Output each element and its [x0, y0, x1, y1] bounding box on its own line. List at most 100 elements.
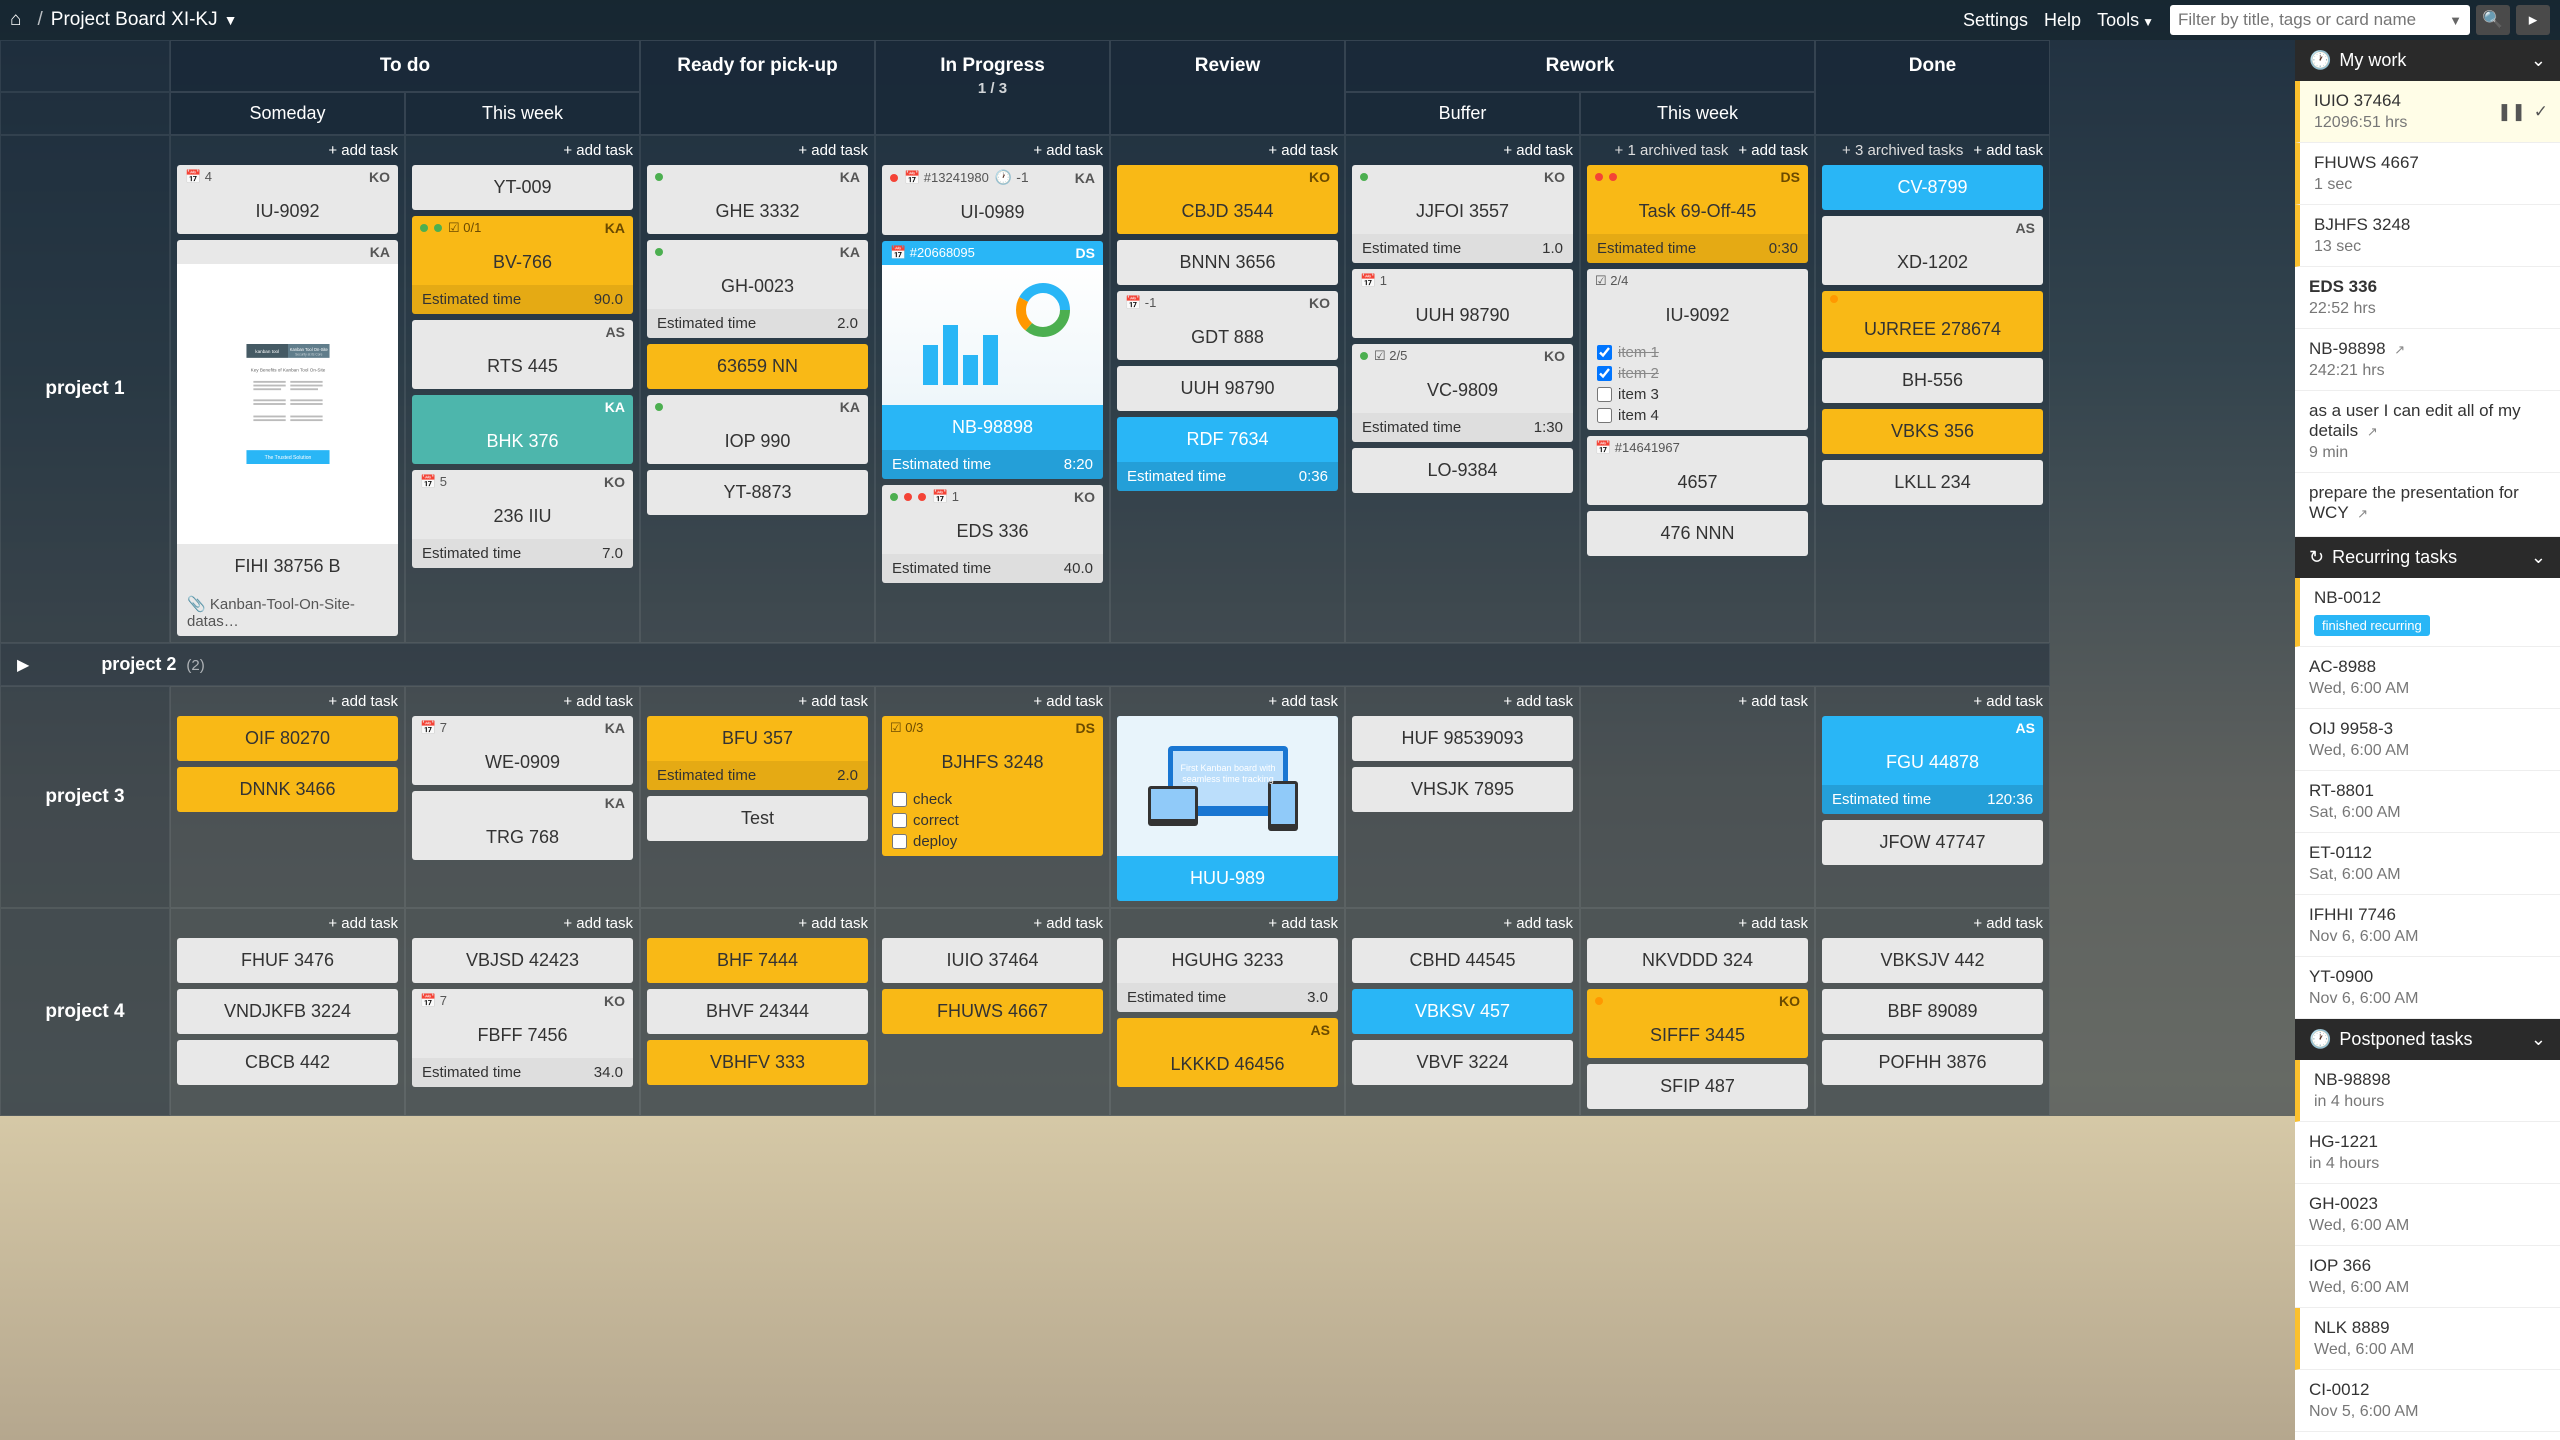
add-task[interactable]: + add task — [1503, 142, 1573, 159]
card[interactable]: KAIOP 990 — [647, 395, 868, 464]
settings-link[interactable]: Settings — [1963, 10, 2028, 31]
card[interactable]: KAGHE 3332 — [647, 165, 868, 234]
card[interactable]: 📅 4KOIU-9092 — [177, 165, 398, 234]
add-task[interactable]: + add task — [1973, 915, 2043, 932]
card[interactable]: ☑ 0/1KABV-766Estimated time90.0 — [412, 216, 633, 314]
checklist-item[interactable] — [1597, 345, 1612, 360]
panel-item[interactable]: CI-0012Nov 5, 6:00 AM — [2295, 1370, 2560, 1432]
add-task[interactable]: + add task — [1033, 915, 1103, 932]
card[interactable]: 📅 1UUH 98790 — [1352, 269, 1573, 338]
card[interactable]: VBKS 356 — [1822, 409, 2043, 454]
card[interactable]: 📅 #146419674657 — [1587, 436, 1808, 505]
panel-item[interactable]: NB-0012finished recurring — [2295, 578, 2560, 647]
card[interactable]: 📅 7KOFBFF 7456Estimated time34.0 — [412, 989, 633, 1087]
panel-item[interactable]: HG-1221in 4 hours — [2295, 1122, 2560, 1184]
card[interactable]: KAkanban toolKanban Tool On-SiteSecurity… — [177, 240, 398, 636]
card[interactable]: KOJJFOI 3557Estimated time1.0 — [1352, 165, 1573, 263]
add-task[interactable]: + add task — [798, 142, 868, 159]
panel-item[interactable]: AC-8988Wed, 6:00 AM — [2295, 647, 2560, 709]
card[interactable]: KABHK 376 — [412, 395, 633, 464]
card[interactable]: BBF 89089 — [1822, 989, 2043, 1034]
add-task[interactable]: + add task — [328, 142, 398, 159]
card-attachment[interactable]: 📎 Kanban-Tool-On-Site-datas… — [177, 589, 398, 636]
add-task[interactable]: + add task — [798, 693, 868, 710]
card[interactable]: 📅 #13241980🕐 -1KAUI-0989 — [882, 165, 1103, 235]
card[interactable]: ASLKKKD 46456 — [1117, 1018, 1338, 1087]
panel-item[interactable]: IFHHI 7746Nov 6, 6:00 AM — [2295, 895, 2560, 957]
card[interactable]: BHVF 24344 — [647, 989, 868, 1034]
search-button[interactable]: 🔍 — [2476, 5, 2510, 35]
card[interactable]: LKLL 234 — [1822, 460, 2043, 505]
panel-item[interactable]: BJHFS 324813 sec — [2295, 205, 2560, 267]
home-icon[interactable]: ⌂ — [10, 9, 21, 31]
card[interactable]: ☑ 2/5KOVC-9809Estimated time1:30 — [1352, 344, 1573, 442]
card[interactable]: CBCB 442 — [177, 1040, 398, 1085]
panel-item[interactable]: IUIO 3746412096:51 hrs❚❚✓ — [2295, 81, 2560, 143]
card[interactable]: YT-8873 — [647, 470, 868, 515]
search-caret-icon[interactable]: ▼ — [2449, 13, 2462, 28]
add-task[interactable]: + add task — [1268, 915, 1338, 932]
panel-item[interactable]: NLK 8889Wed, 6:00 AM — [2295, 1308, 2560, 1370]
add-task[interactable]: + add task — [1738, 693, 1808, 710]
archived-link[interactable]: + 1 archived task — [1615, 142, 1729, 159]
card[interactable]: VHSJK 7895 — [1352, 767, 1573, 812]
card[interactable]: 📅 7KAWE-0909 — [412, 716, 633, 785]
card[interactable]: VBJSD 42423 — [412, 938, 633, 983]
card[interactable]: UUH 98790 — [1117, 366, 1338, 411]
card[interactable]: BHF 7444 — [647, 938, 868, 983]
card[interactable]: 📅 #20668095DSNB-98898Estimated time8:20 — [882, 241, 1103, 479]
breadcrumb[interactable]: Project Board XI-KJ — [51, 9, 218, 31]
card[interactable]: VNDJKFB 3224 — [177, 989, 398, 1034]
card[interactable]: 📅 1KOEDS 336Estimated time40.0 — [882, 485, 1103, 583]
card[interactable]: JFOW 47747 — [1822, 820, 2043, 865]
panel-item[interactable]: ET-0112Sat, 6:00 AM — [2295, 833, 2560, 895]
card[interactable]: RDF 7634Estimated time0:36 — [1117, 417, 1338, 491]
card[interactable]: YT-009 — [412, 165, 633, 210]
panel-item[interactable]: EDS 33622:52 hrs — [2295, 267, 2560, 329]
card[interactable]: BNNN 3656 — [1117, 240, 1338, 285]
expand-icon[interactable]: ▶ — [17, 655, 29, 675]
add-task[interactable]: + add task — [1268, 142, 1338, 159]
card[interactable]: VBKSV 457 — [1352, 989, 1573, 1034]
card[interactable]: FHUF 3476 — [177, 938, 398, 983]
panel-item[interactable]: NB-98898in 4 hours — [2295, 1060, 2560, 1122]
card[interactable]: ASXD-1202 — [1822, 216, 2043, 285]
panel-item[interactable]: RT-8801Sat, 6:00 AM — [2295, 771, 2560, 833]
card[interactable]: OIF 80270 — [177, 716, 398, 761]
card[interactable]: 📅 5KO236 IIUEstimated time7.0 — [412, 470, 633, 568]
panel-item[interactable]: GH-0023Wed, 6:00 AM — [2295, 1184, 2560, 1246]
add-task[interactable]: + add task — [328, 915, 398, 932]
side-toggle-button[interactable]: ▸ — [2516, 5, 2550, 35]
card[interactable]: SFIP 487 — [1587, 1064, 1808, 1109]
panel-item[interactable]: FHUWS 46671 sec — [2295, 143, 2560, 205]
add-task[interactable]: + add task — [1033, 693, 1103, 710]
add-task[interactable]: + add task — [563, 915, 633, 932]
add-task[interactable]: + add task — [1973, 142, 2043, 159]
add-task[interactable]: + add task — [1503, 915, 1573, 932]
card[interactable]: HGUHG 3233Estimated time3.0 — [1117, 938, 1338, 1012]
card[interactable]: 📅 -1KOGDT 888 — [1117, 291, 1338, 360]
panel-item[interactable]: YT-0900Nov 6, 6:00 AM — [2295, 957, 2560, 1019]
card[interactable]: Test — [647, 796, 868, 841]
panel-item[interactable]: NB-98898 ↗242:21 hrs — [2295, 329, 2560, 391]
check-icon[interactable]: ✓ — [2534, 102, 2548, 122]
card[interactable]: LO-9384 — [1352, 448, 1573, 493]
add-task[interactable]: + add task — [1738, 915, 1808, 932]
card[interactable]: UJRREE 278674 — [1822, 291, 2043, 352]
card[interactable]: 63659 NN — [647, 344, 868, 389]
card[interactable]: BH-556 — [1822, 358, 2043, 403]
search-input[interactable] — [2178, 10, 2443, 30]
card[interactable]: KATRG 768 — [412, 791, 633, 860]
panel-item[interactable]: IOP 366Wed, 6:00 AM — [2295, 1246, 2560, 1308]
lane-p4[interactable]: project 4 — [0, 908, 170, 1116]
checklist-item[interactable] — [1597, 387, 1612, 402]
card[interactable]: IUIO 37464 — [882, 938, 1103, 983]
card[interactable]: 476 NNN — [1587, 511, 1808, 556]
card[interactable]: VBVF 3224 — [1352, 1040, 1573, 1085]
card[interactable]: ☑ 0/3DSBJHFS 3248checkcorrectdeploy — [882, 716, 1103, 856]
panel-item[interactable]: as a user I can edit all of my details ↗… — [2295, 391, 2560, 473]
card[interactable]: KOCBJD 3544 — [1117, 165, 1338, 234]
panel-item[interactable]: prepare the presentation for WCY ↗ — [2295, 473, 2560, 537]
add-task[interactable]: + add task — [1268, 693, 1338, 710]
checklist-item[interactable] — [892, 834, 907, 849]
